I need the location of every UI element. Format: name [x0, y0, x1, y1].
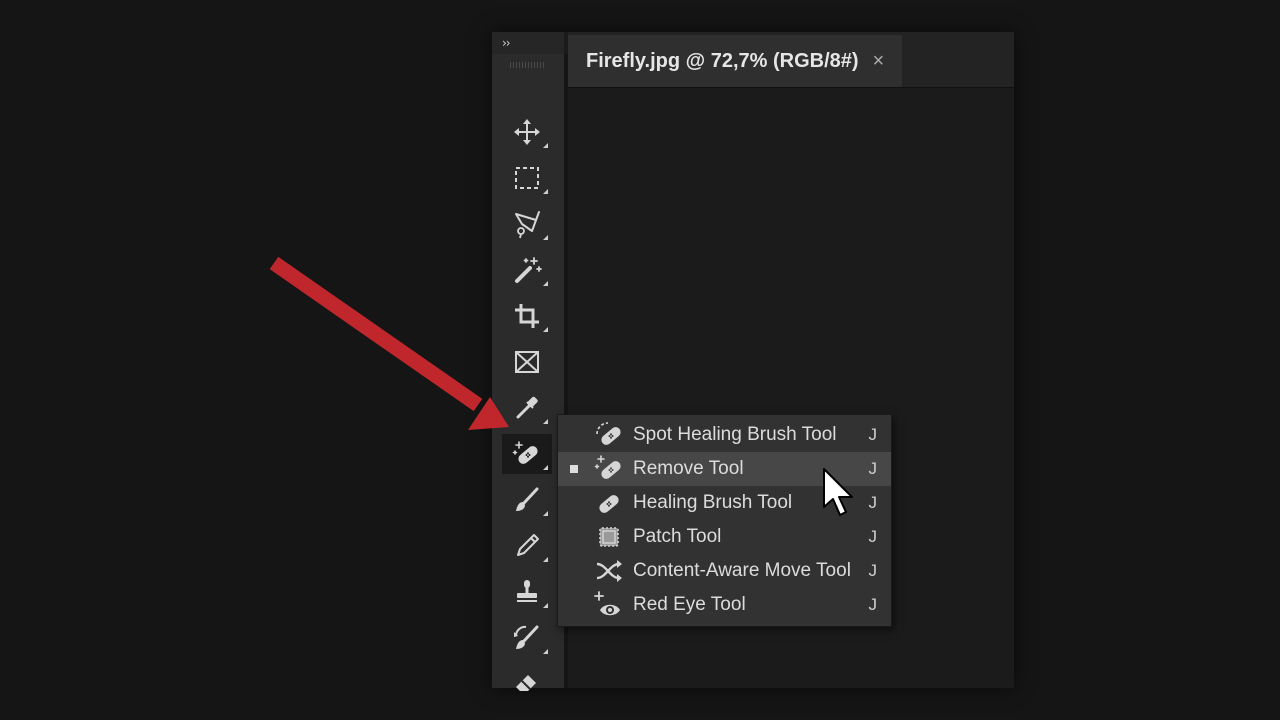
mouse-cursor-icon	[823, 468, 853, 516]
red-arrow-annotation	[269, 256, 509, 430]
